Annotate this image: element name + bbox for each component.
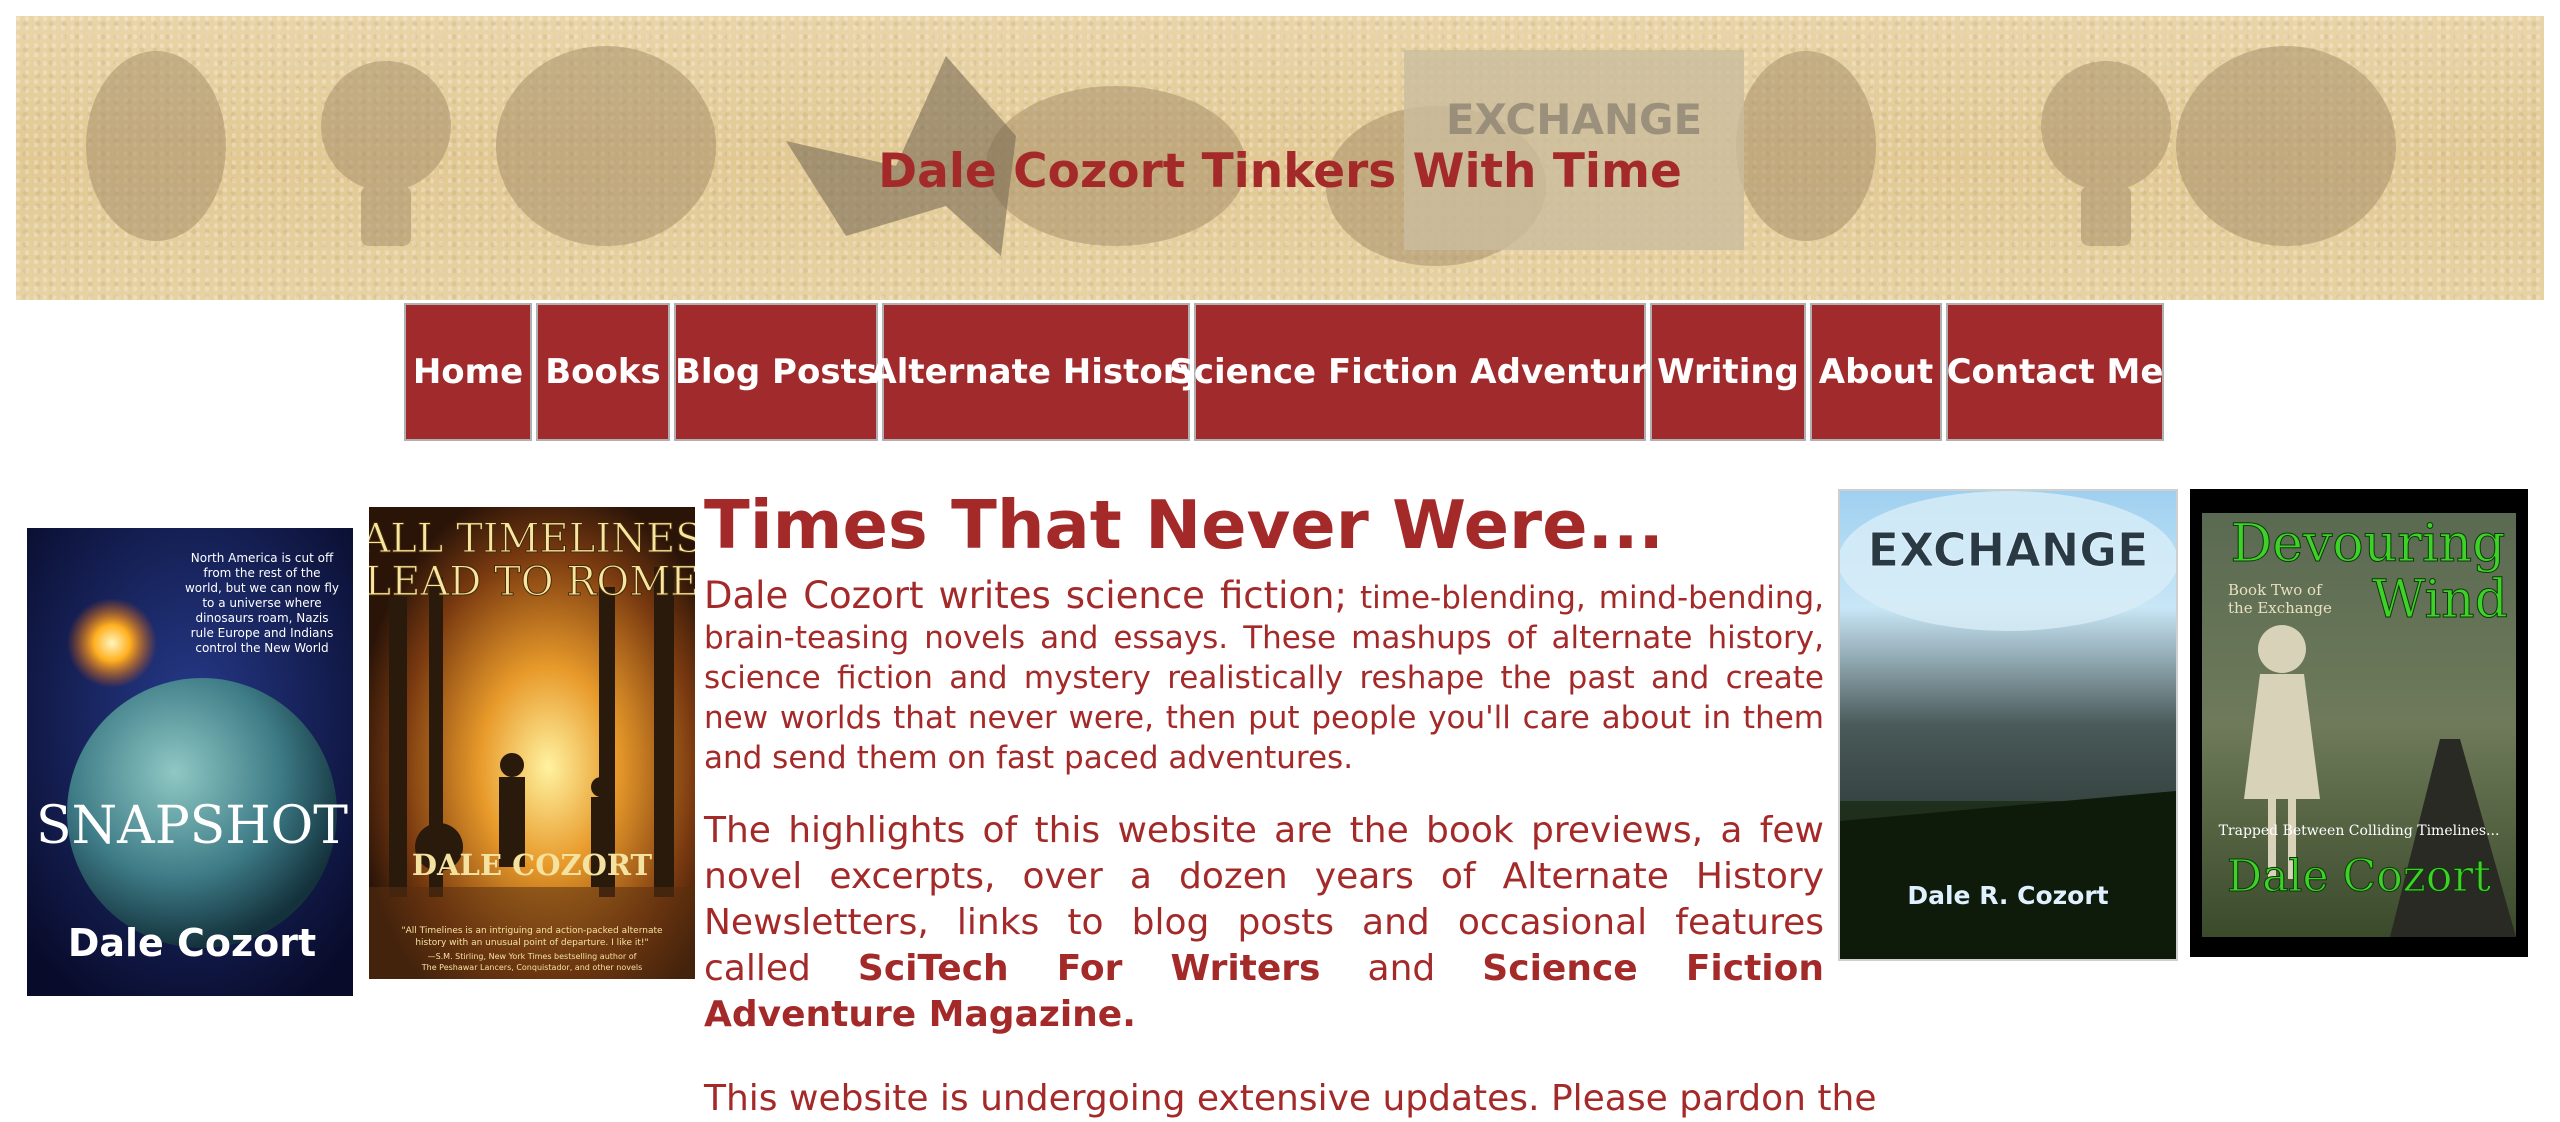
nav-about[interactable]: About xyxy=(1810,303,1942,441)
book-cover-snapshot[interactable]: North America is cut off from the rest o… xyxy=(27,528,353,996)
intro-lead: Dale Cozort writes science fiction; xyxy=(704,574,1347,617)
nav-home[interactable]: Home xyxy=(404,303,532,441)
sun-icon xyxy=(67,598,157,688)
timelines-attrib-1: —S.M. Stirling, New York Times bestselli… xyxy=(428,952,637,961)
timelines-attrib-2: The Peshawar Lancers, Conquistador, and … xyxy=(421,963,643,972)
snapshot-blurb-1: North America is cut off xyxy=(191,551,334,565)
devouring-title-2: Wind xyxy=(2372,570,2508,630)
highlights-and: and xyxy=(1320,948,1483,989)
devouring-title-1: Devouring xyxy=(2231,514,2506,574)
snapshot-blurb-2: from the rest of the xyxy=(203,566,320,580)
main-content: Times That Never Were... Dale Cozort wri… xyxy=(704,484,1877,1122)
snapshot-blurb-7: control the New World xyxy=(195,641,328,655)
nav-books[interactable]: Books xyxy=(536,303,670,441)
exchange-author: Dale R. Cozort xyxy=(1907,881,2108,910)
nav-alternate-history[interactable]: Alternate History xyxy=(870,303,1202,441)
exchange-title: EXCHANGE xyxy=(1868,523,2149,577)
snapshot-title: SNAPSHOT xyxy=(36,796,348,856)
timelines-title-2: LEAD TO ROME xyxy=(369,559,695,605)
devouring-subtitle-2: the Exchange xyxy=(2228,599,2332,617)
page-heading: Times That Never Were... xyxy=(704,486,1664,564)
devouring-author: Dale Cozort xyxy=(2227,851,2491,902)
snapshot-blurb-3: world, but we can now fly xyxy=(185,581,339,595)
timelines-author: DALE COZORT xyxy=(412,848,653,882)
snapshot-blurb-4: to a universe where xyxy=(202,596,321,610)
scitech-link[interactable]: SciTech For Writers xyxy=(858,948,1321,989)
nav-blog-posts[interactable]: Blog Posts xyxy=(674,303,878,441)
timelines-title-1: ALL TIMELINES xyxy=(369,516,695,562)
site-title: Dale Cozort Tinkers With Time xyxy=(878,144,1682,199)
highlights-paragraph: The highlights of this website are the b… xyxy=(704,808,1824,1038)
nav-contact-me[interactable]: Contact Me xyxy=(1946,303,2164,441)
header-banner: EXCHANGE Dale Cozort Tinkers With Time xyxy=(16,16,2544,300)
update-notice: This website is undergoing extensive upd… xyxy=(704,1078,1877,1119)
main-nav: Home Books Blog Posts Alternate History … xyxy=(404,303,2164,441)
book-cover-devouring-wind[interactable]: Devouring Wind Book Two of the Exchange … xyxy=(2190,489,2528,957)
nav-science-fiction-adventure[interactable]: Science Fiction Adventure xyxy=(1169,303,1671,441)
book-cover-exchange[interactable]: EXCHANGE Dale R. Cozort xyxy=(1838,489,2178,961)
intro-paragraph: Dale Cozort writes science fiction; time… xyxy=(704,576,1824,778)
snapshot-author: Dale Cozort xyxy=(68,921,316,965)
devouring-subtitle-1: Book Two of xyxy=(2228,581,2323,599)
banner-exchange-text: EXCHANGE xyxy=(1446,95,1702,144)
timelines-quote-2: history with an unusual point of departu… xyxy=(415,938,648,948)
snapshot-blurb-6: rule Europe and Indians xyxy=(191,626,334,640)
nav-writing[interactable]: Writing xyxy=(1650,303,1806,441)
devouring-tagline: Trapped Between Colliding Timelines... xyxy=(2219,823,2500,839)
timelines-quote-1: "All Timelines is an intriguing and acti… xyxy=(401,926,663,936)
snapshot-blurb-5: dinosaurs roam, Nazis xyxy=(195,611,328,625)
book-cover-all-timelines[interactable]: ALL TIMELINES LEAD TO ROME DALE COZORT "… xyxy=(369,507,695,979)
